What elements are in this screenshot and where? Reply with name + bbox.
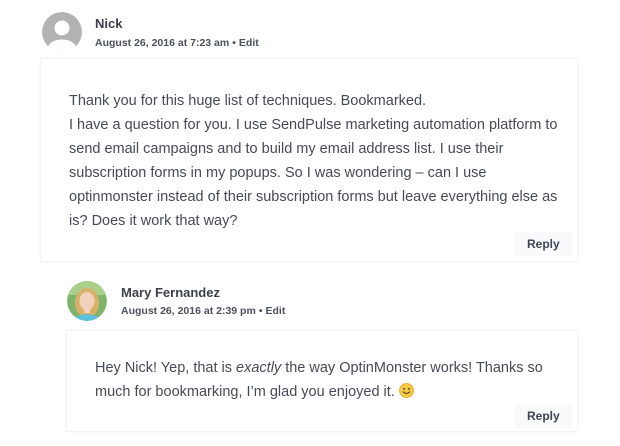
comment-date[interactable]: August 26, 2016 at 7:23 am [95, 37, 229, 49]
meta-separator: • [232, 37, 236, 49]
avatar [67, 281, 107, 321]
comment-text: Hey Nick! Yep, that is [95, 360, 237, 376]
reply-button[interactable]: Reply [515, 232, 572, 256]
meta-separator: • [258, 305, 263, 317]
edit-link[interactable]: Edit [239, 37, 259, 49]
comment-body: Hey Nick! Yep, that is exactly the way O… [95, 356, 565, 404]
avatar [42, 12, 82, 52]
smiley-emoji-icon [398, 383, 414, 398]
comment-author: Mary Fernandez [121, 285, 220, 300]
default-user-avatar-icon [42, 12, 82, 52]
reply-button[interactable]: Reply [515, 404, 572, 428]
comment-body: Thank you for this huge list of techniqu… [69, 89, 564, 233]
edit-link[interactable]: Edit [266, 305, 286, 317]
user-photo-avatar [67, 281, 107, 321]
comment-line: Hey Nick! Yep, that is exactly the way O… [95, 356, 565, 404]
comment-date[interactable]: August 26, 2016 at 2:39 pm [121, 305, 256, 317]
comment-line: Thank you for this huge list of techniqu… [69, 93, 427, 109]
comment-emphasis: exactly [236, 360, 282, 376]
comment-author: Nick [95, 16, 123, 31]
comment-meta: August 26, 2016 at 2:39 pm • Edit [121, 305, 285, 317]
comment-meta: August 26, 2016 at 7:23 am • Edit [95, 37, 259, 49]
comment-line: I have a question for you. I use SendPul… [69, 117, 558, 229]
